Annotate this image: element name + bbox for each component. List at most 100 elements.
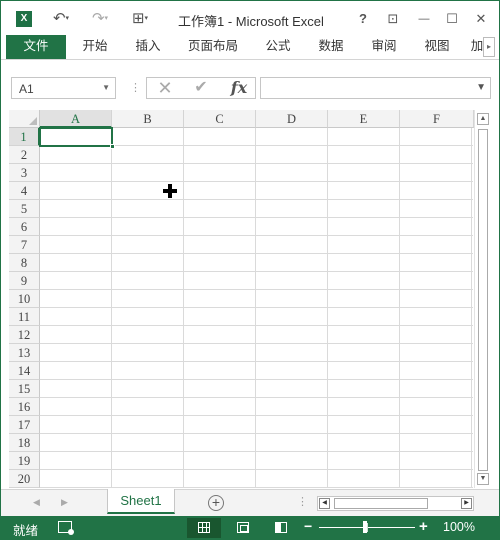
check-icon: ✔	[194, 79, 208, 96]
column-header-c[interactable]: C	[184, 110, 256, 128]
vertical-scrollbar[interactable]: ▲ ▼	[474, 110, 491, 488]
row-header-9[interactable]: 9	[9, 272, 40, 290]
vertical-scroll-thumb[interactable]	[478, 129, 488, 471]
tab-review[interactable]: 审阅	[365, 35, 403, 59]
tab-split-handle[interactable]: ⋮	[297, 495, 308, 508]
zoom-slider-thumb[interactable]	[363, 521, 367, 533]
grid-icon: ⊞	[131, 10, 145, 27]
column-header-d[interactable]: D	[256, 110, 328, 128]
tab-view[interactable]: 视图	[418, 35, 456, 59]
chevron-down-icon: ▾	[104, 15, 109, 23]
formula-input[interactable]: ▼	[260, 77, 491, 99]
cell-grid[interactable]	[40, 128, 473, 488]
close-icon: ✕	[475, 11, 487, 26]
row-header-16[interactable]: 16	[9, 398, 40, 416]
horizontal-scrollbar[interactable]: ◀ ▶	[317, 496, 474, 511]
row-header-6[interactable]: 6	[9, 218, 40, 236]
tab-insert[interactable]: 插入	[129, 35, 167, 59]
minimize-icon: —	[418, 13, 430, 25]
horizontal-scroll-thumb[interactable]	[334, 498, 428, 509]
scroll-left-icon[interactable]: ◀	[319, 498, 330, 509]
column-header-b[interactable]: B	[112, 110, 184, 128]
excel-logo-icon[interactable]: X	[16, 11, 32, 27]
zoom-in-button[interactable]: +	[419, 518, 428, 535]
ribbon-tabs: 文件 开始 插入 页面布局 公式 数据 审阅 视图 加	[1, 35, 499, 59]
zoom-level[interactable]: 100%	[443, 520, 475, 534]
normal-view-icon	[198, 522, 210, 533]
maximize-icon: ☐	[446, 11, 458, 26]
undo-button[interactable]: ↶▾	[46, 9, 76, 29]
ribbon-display-icon: ⊡	[387, 11, 399, 26]
tab-home[interactable]: 开始	[76, 35, 114, 59]
row-header-11[interactable]: 11	[9, 308, 40, 326]
customize-quick-access-button[interactable]: ⊞▾	[123, 9, 157, 29]
window-title: 工作簿1 - Microsoft Excel	[178, 14, 324, 29]
help-icon: ?	[359, 11, 367, 26]
row-header-8[interactable]: 8	[9, 254, 40, 272]
chevron-down-icon: ▾	[144, 15, 149, 23]
active-cell-a1[interactable]	[39, 127, 113, 147]
chevron-right-icon: ▸	[486, 42, 491, 51]
fill-handle[interactable]	[110, 144, 115, 149]
macro-record-icon[interactable]	[58, 521, 74, 535]
row-header-14[interactable]: 14	[9, 362, 40, 380]
tab-scroll-right-button[interactable]: ▸	[483, 37, 495, 57]
normal-view-button[interactable]	[187, 518, 221, 538]
enter-button[interactable]: ✔	[191, 78, 211, 98]
page-break-preview-button[interactable]	[264, 518, 298, 538]
prev-sheet-icon[interactable]: ◀	[33, 497, 40, 508]
expand-formula-bar-icon[interactable]: ▼	[476, 82, 486, 93]
tab-page-layout[interactable]: 页面布局	[184, 35, 242, 59]
column-header-f[interactable]: F	[400, 110, 474, 128]
scroll-down-icon[interactable]: ▼	[477, 473, 489, 485]
column-header-e[interactable]: E	[328, 110, 400, 128]
row-header-20[interactable]: 20	[9, 470, 40, 488]
row-header-7[interactable]: 7	[9, 236, 40, 254]
tab-file[interactable]: 文件	[6, 35, 66, 59]
zoom-out-button[interactable]: −	[304, 518, 312, 534]
row-header-15[interactable]: 15	[9, 380, 40, 398]
maximize-button[interactable]: ☐	[442, 9, 462, 29]
page-layout-view-button[interactable]	[226, 518, 260, 538]
title-bar: X ↶▾ ↷▾ ⊞▾ 工作簿1 - Microsoft Excel ? ⊡ — …	[1, 1, 499, 35]
formula-bar-resize-handle[interactable]: ⋮	[130, 81, 141, 94]
chevron-down-icon[interactable]: ▼	[102, 83, 110, 92]
name-box[interactable]: A1 ▼	[11, 77, 116, 99]
sheet-tab-sheet1[interactable]: Sheet1	[107, 489, 175, 514]
chevron-down-icon: ▾	[65, 15, 70, 23]
new-sheet-button[interactable]: +	[208, 495, 224, 511]
cancel-button[interactable]: ✕	[155, 78, 175, 98]
insert-function-button[interactable]: fx	[227, 78, 251, 98]
scroll-right-icon[interactable]: ▶	[461, 498, 472, 509]
row-header-19[interactable]: 19	[9, 452, 40, 470]
row-header-12[interactable]: 12	[9, 326, 40, 344]
select-all-button[interactable]	[9, 110, 40, 128]
row-header-10[interactable]: 10	[9, 290, 40, 308]
next-sheet-icon[interactable]: ▶	[61, 497, 68, 508]
row-header-13[interactable]: 13	[9, 344, 40, 362]
row-header-4[interactable]: 4	[9, 182, 40, 200]
ribbon-divider	[1, 59, 499, 60]
row-header-5[interactable]: 5	[9, 200, 40, 218]
scroll-up-icon[interactable]: ▲	[477, 113, 489, 125]
row-header-3[interactable]: 3	[9, 164, 40, 182]
page-layout-icon	[237, 522, 249, 533]
cancel-icon: ✕	[157, 78, 173, 98]
row-header-1[interactable]: 1	[9, 128, 40, 146]
function-icon: fx	[230, 78, 248, 97]
close-button[interactable]: ✕	[471, 9, 491, 29]
help-button[interactable]: ?	[353, 9, 373, 29]
minimize-button[interactable]: —	[414, 9, 434, 29]
column-header-a[interactable]: A	[40, 110, 112, 128]
row-header-18[interactable]: 18	[9, 434, 40, 452]
tab-formulas[interactable]: 公式	[259, 35, 297, 59]
row-header-17[interactable]: 17	[9, 416, 40, 434]
tab-data[interactable]: 数据	[312, 35, 350, 59]
undo-icon: ↶	[52, 10, 66, 27]
redo-button[interactable]: ↷▾	[85, 9, 115, 29]
zoom-slider-midpoint	[367, 523, 368, 532]
ribbon-display-options-button[interactable]: ⊡	[383, 9, 403, 29]
formula-buttons: ✕ ✔ fx	[146, 77, 256, 99]
status-bar: 就绪 − + 100%	[1, 516, 499, 539]
row-header-2[interactable]: 2	[9, 146, 40, 164]
